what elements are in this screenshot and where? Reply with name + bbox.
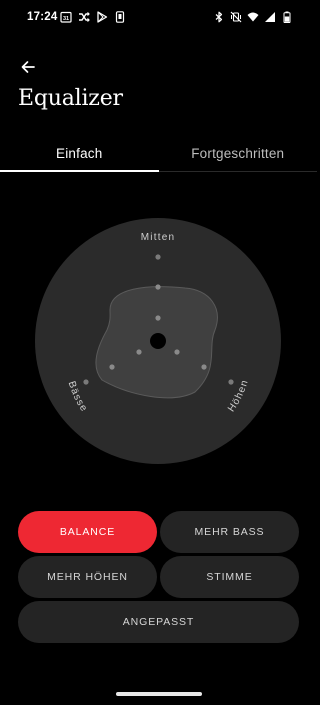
mid-label: Mitten: [141, 232, 175, 243]
wifi-icon: [247, 12, 259, 22]
eq-handle[interactable]: [150, 333, 166, 349]
play-store-icon: [97, 11, 108, 23]
calendar-icon: 31: [60, 11, 72, 23]
tab-bar: Einfach Fortgeschritten: [0, 136, 317, 172]
treble-dot-inner: [201, 364, 207, 370]
device-icon: [115, 11, 125, 23]
home-indicator[interactable]: [116, 692, 202, 696]
shuffle-icon: [79, 12, 90, 22]
preset-balance-button[interactable]: BALANCE: [18, 511, 157, 553]
bluetooth-icon: [215, 11, 223, 23]
status-bar: 17:24 31: [0, 0, 317, 36]
back-button[interactable]: [16, 55, 40, 79]
tab-fortgeschritten[interactable]: Fortgeschritten: [159, 136, 318, 171]
status-time: 17:24: [27, 11, 58, 23]
arrow-left-icon: [21, 61, 35, 73]
preset-angepasst-button[interactable]: ANGEPASST: [18, 601, 299, 643]
eq-dial[interactable]: Mitten Bässe Höhen: [35, 218, 281, 464]
tab-einfach[interactable]: Einfach: [0, 136, 159, 172]
mid-dot-inner: [155, 284, 161, 290]
vibrate-off-icon: [230, 11, 242, 23]
notification-icons: 31: [60, 11, 126, 23]
mid-dot-outer: [155, 254, 161, 260]
preset-mehr-bass-button[interactable]: MEHR BASS: [160, 511, 299, 553]
preset-mehr-hoehen-button[interactable]: MEHR HÖHEN: [18, 556, 157, 598]
bass-dot-inner: [109, 364, 115, 370]
eq-dial-graphic: Mitten Bässe Höhen: [35, 218, 281, 464]
bass-dot-outer: [83, 379, 89, 385]
treble-dot-outer: [228, 379, 234, 385]
bass-dot-center: [136, 349, 142, 355]
system-icons: [213, 11, 293, 23]
treble-dot-center: [174, 349, 180, 355]
page-title: Equalizer: [18, 86, 123, 111]
mid-dot-center: [155, 315, 161, 321]
signal-icon: [265, 12, 275, 22]
battery-icon: [283, 11, 291, 23]
svg-text:31: 31: [63, 16, 69, 22]
preset-stimme-button[interactable]: STIMME: [160, 556, 299, 598]
